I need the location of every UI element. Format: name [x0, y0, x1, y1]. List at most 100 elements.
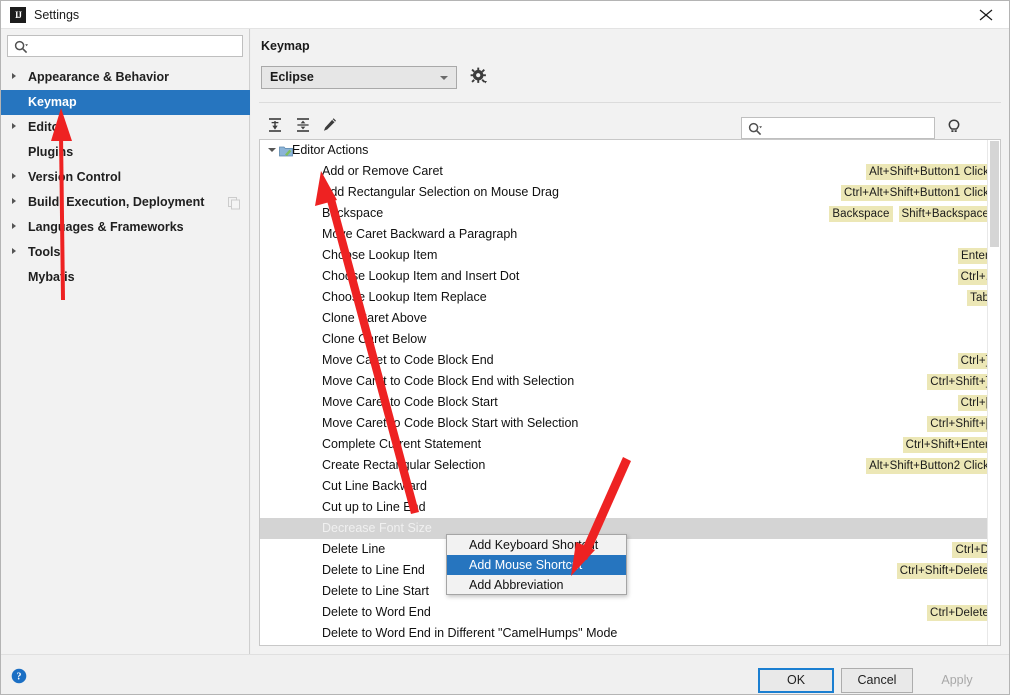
table-row[interactable]: Create Rectangular Selection Alt+Shift+B… — [260, 455, 1000, 476]
sidebar-item-label: Plugins — [28, 145, 74, 159]
status-badge: Ctrl+Shift+Enter — [902, 436, 992, 453]
action-name: Create Rectangular Selection — [322, 458, 486, 472]
sidebar-item-plugins[interactable]: Plugins — [1, 140, 250, 165]
table-row[interactable]: Clone Caret Above — [260, 308, 1000, 329]
sidebar-item-languages-frameworks[interactable]: Languages & Frameworks — [1, 215, 250, 240]
sidebar-item-tools[interactable]: Tools — [1, 240, 250, 265]
sidebar-item-label: Languages & Frameworks — [28, 220, 184, 234]
action-name: Complete Current Statement — [322, 437, 482, 451]
chevron-right-icon — [12, 223, 16, 229]
divider — [259, 102, 1001, 103]
sidebar-item-label: Mybatis — [28, 270, 75, 284]
menu-item-add-keyboard-shortcut[interactable]: Add Keyboard Shortcut — [447, 535, 626, 555]
status-badge: Ctrl+Delete — [927, 604, 992, 621]
sidebar-item-version-control[interactable]: Version Control — [1, 165, 250, 190]
action-name: Delete to Line Start — [322, 584, 430, 598]
settings-dialog: IJ Settings Appearance & Behavior Keymap… — [0, 0, 1010, 695]
status-badge: Ctrl+Shift+Delete — [896, 562, 992, 579]
cancel-button[interactable]: Cancel — [841, 668, 913, 693]
table-row-selected[interactable]: Decrease Font Size — [260, 518, 1000, 539]
sidebar-item-label: Keymap — [28, 95, 77, 109]
pencil-edit-icon[interactable] — [321, 116, 345, 140]
settings-category-tree: Appearance & Behavior Keymap Editor Plug… — [1, 65, 250, 290]
table-row[interactable]: Move Caret to Code Block End with Select… — [260, 371, 1000, 392]
page-title: Keymap — [261, 39, 310, 53]
table-row[interactable]: Choose Lookup Item Replace Tab — [260, 287, 1000, 308]
table-row[interactable]: Cut Line Backward — [260, 476, 1000, 497]
keymap-scheme-select[interactable]: Eclipse — [261, 66, 457, 89]
sidebar-item-label: Build, Execution, Deployment — [28, 195, 205, 209]
sidebar-item-keymap[interactable]: Keymap — [1, 90, 250, 115]
table-row[interactable]: Choose Lookup Item Enter — [260, 245, 1000, 266]
sidebar-item-appearance-behavior[interactable]: Appearance & Behavior — [1, 65, 250, 90]
keymap-scheme-value: Eclipse — [270, 70, 314, 84]
expand-all-icon[interactable] — [266, 116, 290, 140]
menu-item-add-abbreviation[interactable]: Add Abbreviation — [447, 575, 626, 595]
status-badge: Alt+Shift+Button2 Click — [866, 457, 992, 474]
sidebar-item-editor[interactable]: Editor — [1, 115, 250, 140]
chevron-down-icon[interactable] — [268, 148, 276, 152]
scrollbar-thumb[interactable] — [990, 141, 999, 247]
table-row[interactable]: Add or Remove Caret Alt+Shift+Button1 Cl… — [260, 161, 1000, 182]
search-icon — [748, 122, 762, 139]
menu-item-add-mouse-shortcut[interactable]: Add Mouse Shortcut — [447, 555, 626, 575]
find-by-shortcut-icon[interactable] — [945, 118, 965, 138]
shortcut-badges: Ctrl+Shift+] — [927, 371, 992, 392]
table-row[interactable]: Add Rectangular Selection on Mouse Drag … — [260, 182, 1000, 203]
action-name: Cut Line Backward — [322, 479, 427, 493]
keymap-action-list[interactable]: Editor Actions Add or Remove Caret Alt+S… — [259, 139, 1001, 646]
table-row[interactable]: Delete Line Ctrl+D — [260, 539, 1000, 560]
action-name: Delete to Word End in Different "CamelHu… — [322, 626, 618, 640]
chevron-right-icon — [12, 73, 16, 79]
sidebar-item-label: Appearance & Behavior — [28, 70, 170, 84]
close-icon[interactable] — [963, 1, 1009, 28]
sidebar-search-box[interactable] — [7, 35, 243, 57]
intellij-idea-icon: IJ — [10, 7, 26, 23]
sidebar-item-label: Editor — [28, 120, 65, 134]
table-row[interactable]: Delete to Word End Ctrl+Delete — [260, 602, 1000, 623]
window-title: Settings — [34, 8, 80, 22]
table-row[interactable]: Move Caret Backward a Paragraph — [260, 224, 1000, 245]
menu-item-label: Add Mouse Shortcut — [469, 558, 583, 572]
chevron-down-icon — [440, 76, 448, 80]
chevron-right-icon — [12, 248, 16, 254]
menu-item-label: Add Abbreviation — [469, 578, 564, 592]
action-name: Move Caret to Code Block Start with Sele… — [322, 416, 579, 430]
tree-group-editor-actions[interactable]: Editor Actions — [260, 140, 1000, 161]
status-badge: Ctrl+Alt+Shift+Button1 Click — [840, 184, 992, 201]
table-row[interactable]: Choose Lookup Item and Insert Dot Ctrl+. — [260, 266, 1000, 287]
sidebar-item-label: Tools — [28, 245, 61, 259]
table-row[interactable]: Complete Current Statement Ctrl+Shift+En… — [260, 434, 1000, 455]
title-bar: IJ Settings — [1, 1, 1009, 29]
action-name: Move Caret to Code Block Start — [322, 395, 498, 409]
ok-button[interactable]: OK — [758, 668, 834, 693]
table-row[interactable]: Delete to Line Start — [260, 581, 1000, 602]
table-row[interactable]: Delete to Word End in Different "CamelHu… — [260, 623, 1000, 644]
table-row[interactable]: Backspace Backspace Shift+Backspace — [260, 203, 1000, 224]
help-icon[interactable]: ? — [11, 668, 27, 684]
action-name: Clone Caret Below — [322, 332, 427, 346]
status-badge: Backspace — [829, 205, 893, 222]
sidebar-item-mybatis[interactable]: Mybatis — [1, 265, 250, 290]
table-row[interactable]: Move Caret to Code Block End Ctrl+] — [260, 350, 1000, 371]
action-name: Delete to Line End — [322, 563, 425, 577]
sidebar-item-build-execution-deployment[interactable]: Build, Execution, Deployment — [1, 190, 250, 215]
shortcut-badges: Ctrl+Alt+Shift+Button1 Click — [840, 182, 992, 203]
table-row[interactable]: Move Caret to Code Block Start with Sele… — [260, 413, 1000, 434]
svg-text:?: ? — [17, 672, 22, 683]
status-badge: Ctrl+Shift+[ — [927, 415, 992, 432]
copy-icon — [227, 196, 241, 210]
find-action-box[interactable] — [741, 117, 935, 139]
gear-icon[interactable] — [470, 67, 490, 87]
context-menu[interactable]: Add Keyboard Shortcut Add Mouse Shortcut… — [446, 534, 627, 595]
find-action-input[interactable] — [767, 120, 927, 136]
sidebar-search-input[interactable] — [34, 38, 234, 55]
collapse-all-icon[interactable] — [294, 116, 318, 140]
table-row[interactable]: Delete to Line End Ctrl+Shift+Delete — [260, 560, 1000, 581]
dialog-footer: ? OK Cancel Apply — [1, 654, 1009, 694]
list-scrollbar[interactable] — [987, 140, 1000, 645]
table-row[interactable]: Clone Caret Below — [260, 329, 1000, 350]
table-row[interactable]: Cut up to Line End — [260, 497, 1000, 518]
action-name: Move Caret to Code Block End — [322, 353, 494, 367]
table-row[interactable]: Move Caret to Code Block Start Ctrl+[ — [260, 392, 1000, 413]
